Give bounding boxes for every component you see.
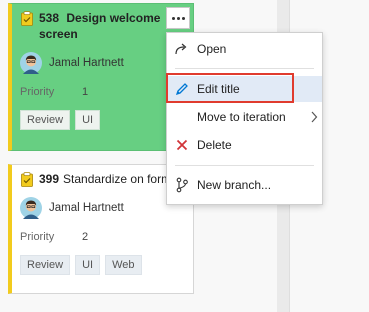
priority-label: Priority	[20, 86, 55, 98]
tag: Review	[20, 110, 71, 130]
tag-list: Review UI	[20, 110, 185, 130]
priority-value: 2	[82, 231, 89, 243]
git-branch-icon	[167, 177, 197, 193]
menu-item-move-to-iteration[interactable]: Move to iteration	[167, 104, 322, 130]
ellipsis-dot	[176, 16, 180, 20]
work-item-id: 538	[39, 11, 60, 25]
card-title-row: 399 Standardize on form	[20, 171, 185, 187]
menu-item-open[interactable]: Open	[167, 36, 322, 62]
card-title-row: 538 Design welcome screen	[20, 10, 185, 42]
clipboard-icon	[21, 11, 33, 26]
assignee: Jamal Hartnett	[20, 52, 185, 74]
menu-label: Delete	[197, 138, 232, 152]
ellipsis-dot	[171, 16, 175, 20]
priority-value: 1	[82, 86, 89, 98]
more-actions-button[interactable]	[166, 7, 190, 29]
avatar	[20, 197, 42, 219]
highlight-annotation	[166, 73, 294, 103]
priority-label: Priority	[20, 231, 55, 243]
tag-list: Review UI Web	[20, 255, 185, 275]
work-item-title[interactable]: Standardize on form	[63, 171, 171, 187]
menu-item-delete[interactable]: Delete	[167, 132, 322, 158]
assignee-name: Jamal Hartnett	[49, 57, 124, 69]
avatar	[20, 52, 42, 74]
tag: Web	[105, 255, 142, 275]
chevron-right-icon	[306, 111, 322, 123]
tag: UI	[75, 110, 101, 130]
assignee-name: Jamal Hartnett	[49, 202, 124, 214]
ellipsis-dot	[181, 16, 185, 20]
menu-label: New branch...	[197, 178, 272, 192]
menu-separator	[175, 68, 314, 69]
menu-label: Open	[197, 42, 227, 56]
context-menu: Open Edit title Move to iteration Delete	[166, 32, 323, 205]
menu-item-new-branch[interactable]: New branch...	[167, 172, 322, 198]
priority-field: Priority 1	[20, 86, 185, 98]
clipboard-icon	[21, 172, 33, 187]
delete-x-icon	[167, 138, 197, 152]
priority-field: Priority 2	[20, 231, 185, 243]
menu-label: Move to iteration	[197, 110, 286, 124]
tag: Review	[20, 255, 71, 275]
menu-separator	[175, 165, 314, 166]
open-arrow-icon	[167, 42, 197, 56]
work-item-id: 399	[39, 172, 60, 186]
tag: UI	[75, 255, 101, 275]
assignee: Jamal Hartnett	[20, 197, 185, 219]
